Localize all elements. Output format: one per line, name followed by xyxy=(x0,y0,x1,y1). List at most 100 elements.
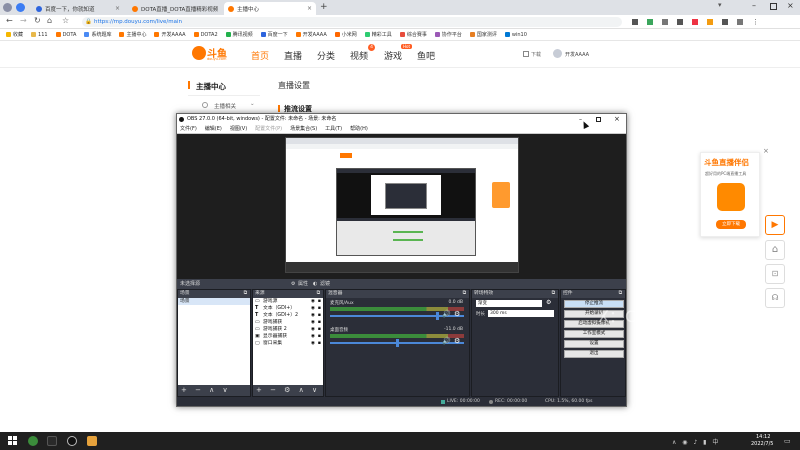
profile-icon[interactable] xyxy=(3,3,12,12)
duration-input[interactable]: 300 ms xyxy=(488,310,554,317)
bookmark-item[interactable]: 开发AAAA xyxy=(295,31,327,38)
bookmark-item[interactable]: 系统题库 xyxy=(84,31,111,38)
menu-tools[interactable]: 工具(T) xyxy=(325,125,342,133)
menu-scene-collection[interactable]: 场景集合(S) xyxy=(290,125,317,133)
bookmark-item[interactable]: DOTA2 xyxy=(193,32,218,38)
eye-icon[interactable]: ◉ xyxy=(311,333,315,340)
bookmark-item[interactable]: 百度一下 xyxy=(260,31,288,38)
extension-icon[interactable] xyxy=(722,19,728,25)
dock-float-icon[interactable]: ⧉ xyxy=(552,290,555,298)
support-icon[interactable]: ☊ xyxy=(765,288,785,308)
bookmark-item[interactable]: 小米网 xyxy=(334,31,357,38)
bookmark-item[interactable]: 精彩工具 xyxy=(364,31,392,38)
nav-live[interactable]: 直播 xyxy=(284,49,302,62)
eye-icon[interactable]: ◉ xyxy=(311,340,315,347)
menu-icon[interactable]: ⋮ xyxy=(752,18,759,26)
extension-icon[interactable] xyxy=(662,19,668,25)
clock-time[interactable]: 14:12 xyxy=(756,434,770,440)
extension-icon[interactable] xyxy=(677,19,683,25)
menu-view[interactable]: 视图(V) xyxy=(230,125,247,133)
close-icon[interactable]: × xyxy=(307,5,312,12)
source-item[interactable]: ▭ 游戏源 ◉ ▪ xyxy=(253,298,323,305)
filters-button[interactable]: 滤镜 xyxy=(320,279,330,289)
gear-icon[interactable]: ⚙ xyxy=(454,337,460,345)
tab-list-icon[interactable]: ▾ xyxy=(718,1,722,9)
tab-dota[interactable]: DOTA直播_DOTA直播精彩视频 × xyxy=(128,2,220,15)
speaker-icon[interactable]: 🔊 xyxy=(442,337,451,345)
source-item[interactable]: ▢ 窗口采集 ◉ ▪ xyxy=(253,340,323,347)
app-taskbar-icon[interactable] xyxy=(47,436,57,446)
sources-list[interactable]: ▭ 游戏源 ◉ ▪ T 文本（GDI+） ◉ ▪ T 文本（GDI+）2 ◉ ▪ ▭ 游戏捕获 ◉ ▪ … xyxy=(253,298,323,385)
nav-fishbar[interactable]: 鱼吧 xyxy=(417,49,435,62)
source-item[interactable]: T 文本（GDI+）2 ◉ ▪ xyxy=(253,312,323,319)
dock-float-icon[interactable]: ⧉ xyxy=(463,290,466,298)
eye-icon[interactable]: ◉ xyxy=(311,305,315,312)
bookmark-item[interactable]: 主播中心 xyxy=(119,31,146,38)
source-item[interactable]: ▭ 游戏捕获 ◉ ▪ xyxy=(253,319,323,326)
nav-category[interactable]: 分类 xyxy=(317,49,335,62)
back-icon[interactable]: ← xyxy=(6,16,13,25)
lock-icon[interactable]: ▪ xyxy=(318,305,321,312)
extension-icon[interactable] xyxy=(647,19,653,25)
obs-title-bar[interactable]: OBS 27.0.0 (64-bit, windows) - 配置文件: 未命名… xyxy=(177,114,626,125)
minimize-icon[interactable]: – xyxy=(752,1,756,10)
browser-taskbar-icon[interactable] xyxy=(28,436,38,446)
clock-date[interactable]: 2022/7/5 xyxy=(751,441,773,447)
bookmark-item[interactable]: 国家测评 xyxy=(469,31,497,38)
lock-icon[interactable]: ▪ xyxy=(318,319,321,326)
obs-preview[interactable] xyxy=(177,134,626,279)
douyu-taskbar-icon[interactable] xyxy=(87,436,97,446)
source-item[interactable]: T 文本（GDI+） ◉ ▪ xyxy=(253,305,323,312)
transition-select[interactable]: 渐变 xyxy=(476,300,542,307)
tab-baidu[interactable]: 百度一下，你就知道 × xyxy=(32,2,124,15)
extension-icon[interactable] xyxy=(692,19,698,25)
menu-profile[interactable]: 配置文件(P) xyxy=(255,125,282,133)
nav-home[interactable]: 首页 xyxy=(251,49,269,62)
download-link[interactable]: 下载 xyxy=(531,51,541,58)
exit-button[interactable]: 退出 xyxy=(564,350,624,358)
scene-item[interactable]: 场景 xyxy=(178,298,250,305)
bookmark-item[interactable]: 111 xyxy=(31,32,48,38)
lock-icon[interactable]: ▪ xyxy=(318,326,321,333)
eye-icon[interactable]: ◉ xyxy=(311,298,315,305)
maximize-icon[interactable] xyxy=(770,3,777,10)
nav-video[interactable]: 视频 xyxy=(350,49,368,62)
eye-icon[interactable]: ◉ xyxy=(311,326,315,333)
extension-icon[interactable] xyxy=(707,19,713,25)
scenes-dock-footer[interactable]: + − ∧ ∨ xyxy=(178,385,250,396)
play-icon[interactable]: ▶ xyxy=(765,215,785,235)
volume-slider-handle[interactable] xyxy=(436,312,439,320)
source-item[interactable]: ▣ 显示器捕获 ◉ ▪ xyxy=(253,333,323,340)
home-icon[interactable]: ⌂ xyxy=(765,240,785,260)
bookmark-item[interactable]: 开发AAAA xyxy=(154,31,186,38)
promo-download-button[interactable]: 立即下载 xyxy=(716,220,746,229)
close-icon[interactable]: × xyxy=(614,114,620,125)
dock-float-icon[interactable]: ⧉ xyxy=(317,290,320,298)
lock-icon[interactable]: ▪ xyxy=(318,298,321,305)
menu-help[interactable]: 帮助(H) xyxy=(350,125,368,133)
obs-taskbar-icon[interactable] xyxy=(67,436,77,446)
notification-icon[interactable]: ▭ xyxy=(784,437,791,445)
maximize-icon[interactable] xyxy=(596,117,601,122)
bookmark-item[interactable]: 收藏 xyxy=(6,31,23,38)
eye-icon[interactable]: ◉ xyxy=(311,319,315,326)
douyu-logo[interactable]: 斗鱼 douyu.com xyxy=(192,45,234,63)
lock-icon[interactable]: ▪ xyxy=(318,312,321,319)
user-name[interactable]: 开发AAAA xyxy=(565,51,589,58)
menu-file[interactable]: 文件(F) xyxy=(180,125,197,133)
sidebar-item-anchor-related[interactable]: 主播相关 xyxy=(214,102,236,110)
nav-game[interactable]: 游戏 xyxy=(384,49,402,62)
obs-window[interactable]: OBS 27.0.0 (64-bit, windows) - 配置文件: 未命名… xyxy=(176,113,627,407)
browser-logo-icon[interactable] xyxy=(16,3,25,12)
url-input[interactable]: 🔒 https://mp.douyu.com/live/main xyxy=(82,17,622,27)
bookmark-item[interactable]: DOTA xyxy=(55,32,76,38)
bookmark-item[interactable]: 协作平台 xyxy=(434,31,462,38)
tab-anchor-center[interactable]: 主播中心 × xyxy=(224,2,316,15)
dock-float-icon[interactable]: ⧉ xyxy=(244,290,247,298)
bookmark-item[interactable]: 综合赛事 xyxy=(399,31,427,38)
settings-button[interactable]: 设置 xyxy=(564,340,624,348)
lock-icon[interactable]: ▪ xyxy=(318,340,321,347)
bookmark-item[interactable]: win10 xyxy=(504,32,527,38)
bookmark-item[interactable]: 腾讯视频 xyxy=(225,31,253,38)
properties-button[interactable]: 属性 xyxy=(298,279,308,289)
